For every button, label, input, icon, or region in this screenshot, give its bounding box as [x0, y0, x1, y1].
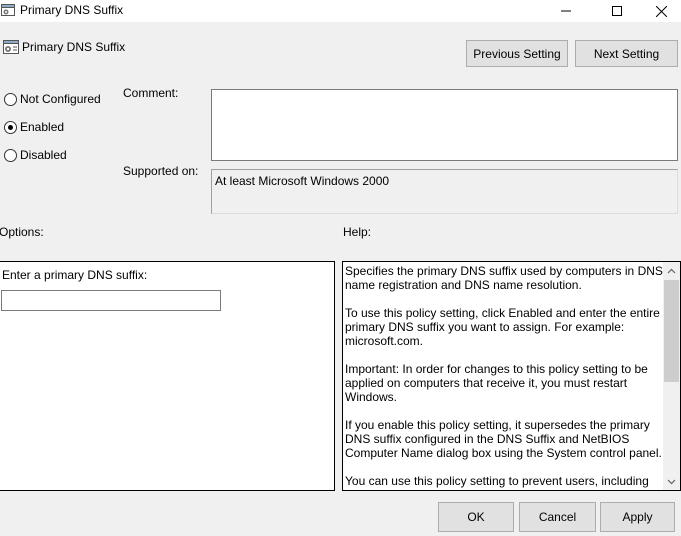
radio-circle	[4, 92, 17, 106]
window-title: Primary DNS Suffix	[20, 3, 124, 17]
policy-settings-icon	[3, 40, 19, 54]
maximize-icon	[612, 6, 622, 16]
maximize-button[interactable]	[594, 0, 640, 22]
minimize-icon	[561, 10, 571, 12]
scroll-up-arrow[interactable]	[663, 262, 680, 279]
supported-on-label: Supported on:	[123, 164, 199, 178]
radio-enabled[interactable]: Enabled	[4, 119, 64, 135]
help-text: Specifies the primary DNS suffix used by…	[345, 264, 663, 490]
dns-suffix-input[interactable]	[1, 290, 221, 311]
chevron-down-icon	[667, 479, 676, 484]
supported-on-value: At least Microsoft Windows 2000	[211, 169, 678, 214]
help-heading: Help:	[343, 225, 372, 239]
close-icon	[655, 5, 667, 17]
radio-label: Not Configured	[20, 92, 101, 106]
scroll-thumb[interactable]	[664, 280, 679, 382]
help-panel: Specifies the primary DNS suffix used by…	[342, 261, 681, 491]
help-paragraph: You can use this policy setting to preve…	[345, 474, 649, 488]
chevron-up-icon	[667, 268, 676, 273]
radio-not-configured[interactable]: Not Configured	[4, 91, 101, 107]
help-paragraph: If you enable this policy setting, it su…	[345, 418, 662, 460]
comment-label: Comment:	[123, 86, 179, 100]
help-paragraph: Important: In order for changes to this …	[345, 362, 648, 404]
radio-label: Disabled	[20, 148, 67, 162]
ok-button[interactable]: OK	[438, 502, 514, 532]
radio-circle	[4, 148, 17, 162]
policy-settings-icon	[1, 4, 15, 16]
apply-button[interactable]: Apply	[600, 502, 675, 532]
help-paragraph: Specifies the primary DNS suffix used by…	[345, 264, 663, 292]
minimize-button[interactable]	[543, 0, 589, 22]
cancel-button[interactable]: Cancel	[519, 502, 596, 532]
scroll-down-arrow[interactable]	[663, 473, 680, 490]
radio-disabled[interactable]: Disabled	[4, 147, 67, 163]
radio-label: Enabled	[20, 120, 65, 134]
help-paragraph: To use this policy setting, click Enable…	[345, 306, 660, 348]
previous-setting-button[interactable]: Previous Setting	[466, 40, 568, 67]
title-bar: Primary DNS Suffix	[0, 0, 681, 22]
dns-suffix-label: Enter a primary DNS suffix:	[2, 268, 148, 282]
policy-name: Primary DNS Suffix	[22, 40, 126, 54]
options-panel: Enter a primary DNS suffix:	[0, 261, 335, 491]
help-scrollbar[interactable]	[663, 262, 680, 490]
options-heading: Options:	[0, 225, 44, 239]
comment-textarea[interactable]	[211, 89, 678, 161]
close-button[interactable]	[638, 0, 681, 22]
radio-circle-checked	[4, 120, 17, 134]
next-setting-button[interactable]: Next Setting	[575, 40, 678, 67]
